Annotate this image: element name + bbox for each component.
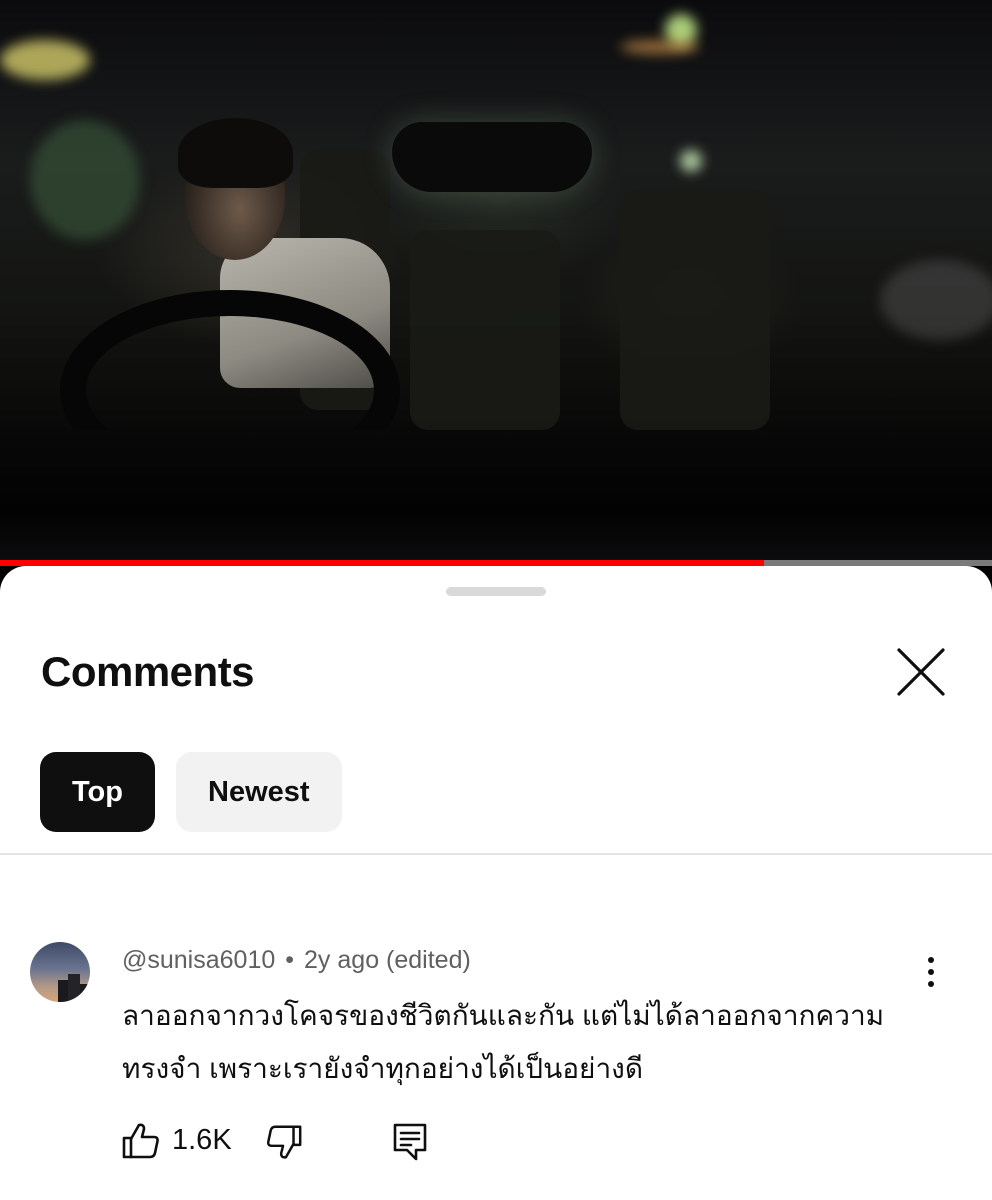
drag-handle[interactable] <box>446 587 546 596</box>
comments-sheet: Comments Top Newest @sunisa6010 • 2y ago (… <box>0 566 992 1200</box>
street-light <box>680 150 702 172</box>
car-seat <box>620 190 770 430</box>
thumbs-down-icon[interactable] <box>264 1122 304 1167</box>
car-seat <box>410 230 560 430</box>
edited-label: (edited) <box>386 946 471 974</box>
comment-age: 2y ago <box>304 946 380 974</box>
background-light <box>30 120 140 240</box>
comment-text: ลาออกจากวงโคจรของชีวิตกันและกัน แต่ไม่ได… <box>122 1000 885 1084</box>
thumbs-up-icon[interactable] <box>120 1120 162 1167</box>
car-dashboard <box>0 430 992 566</box>
driver-hair <box>178 118 293 188</box>
comment-meta: @sunisa6010 • 2y ago (edited) <box>122 946 471 975</box>
close-icon[interactable] <box>895 646 947 698</box>
rearview-mirror <box>392 122 592 192</box>
sort-chips: Top Newest <box>40 752 342 832</box>
video-player[interactable] <box>0 0 992 566</box>
panel-title: Comments <box>41 648 255 695</box>
comment-author[interactable]: @sunisa6010 <box>122 946 275 974</box>
street-light <box>620 40 700 54</box>
meta-separator: • <box>285 946 295 974</box>
more-vert-icon[interactable] <box>913 954 949 990</box>
chip-top[interactable]: Top <box>40 752 155 832</box>
divider <box>0 853 992 855</box>
street-light <box>0 40 90 80</box>
avatar[interactable] <box>30 942 90 1002</box>
reply-icon[interactable] <box>392 1122 428 1167</box>
chip-newest[interactable]: Newest <box>176 752 342 832</box>
background-light <box>880 260 992 340</box>
like-count: 1.6K <box>172 1124 232 1156</box>
